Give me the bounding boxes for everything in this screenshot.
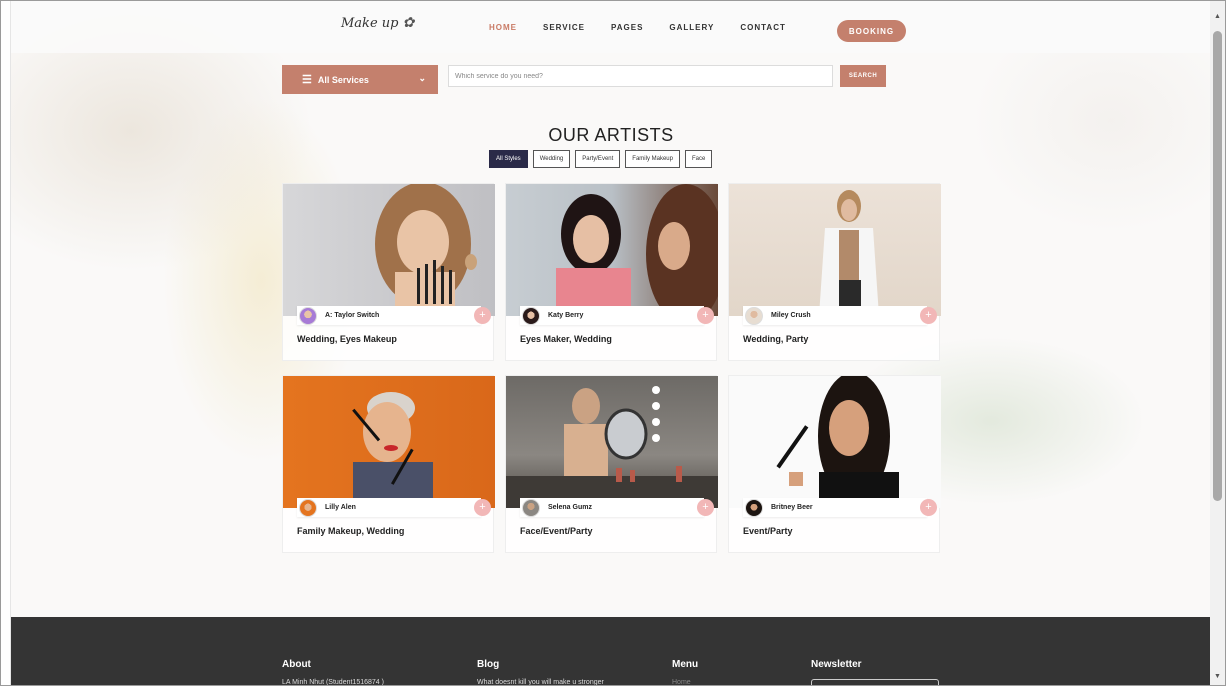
footer-blog-title: Blog (477, 659, 500, 670)
artist-name-bar: Miley Crush + (743, 306, 937, 325)
artist-photo[interactable] (506, 184, 718, 316)
artist-name: Lilly Alen (325, 504, 356, 511)
artists-heading: OUR ARTISTS (548, 125, 674, 145)
artist-card[interactable]: A: Taylor Switch + Wedding, Eyes Makeup (282, 183, 495, 361)
avatar (522, 498, 540, 517)
filter-all-styles[interactable]: All Styles (489, 150, 528, 168)
avatar (745, 306, 763, 325)
artist-name-bar: A: Taylor Switch + (297, 306, 491, 325)
footer-menu-home[interactable]: Home (672, 679, 691, 685)
artist-specialty: Face/Event/Party (520, 526, 593, 536)
avatar (299, 498, 317, 517)
booking-button[interactable]: BOOKING (837, 20, 906, 42)
style-filters: All Styles Wedding Party/Event Family Ma… (489, 150, 717, 168)
avatar (299, 306, 317, 325)
artist-name: Miley Crush (771, 312, 811, 319)
artist-specialty: Family Makeup, Wedding (297, 526, 405, 536)
nav-service[interactable]: SERVICE (543, 23, 585, 32)
artist-specialty: Wedding, Eyes Makeup (297, 334, 397, 344)
artist-photo[interactable] (729, 376, 941, 508)
menu-icon: ☰ (302, 74, 312, 86)
plus-icon[interactable]: + (697, 499, 714, 516)
newsletter-email-input[interactable] (811, 679, 939, 685)
artist-name: Britney Beer (771, 504, 813, 511)
artist-name: Selena Gumz (548, 504, 592, 511)
nav-home[interactable]: HOME (489, 23, 517, 32)
plus-icon[interactable]: + (697, 307, 714, 324)
filter-family-makeup[interactable]: Family Makeup (625, 150, 680, 168)
all-services-dropdown[interactable]: ☰ All Services ⌄ (282, 65, 438, 94)
footer-about-text: LA Minh Nhut (Student1516874 ) (282, 679, 384, 686)
artist-name: A: Taylor Switch (325, 312, 380, 319)
plus-icon[interactable]: + (474, 499, 491, 516)
artist-specialty: Eyes Maker, Wedding (520, 334, 612, 344)
artist-name-bar: Britney Beer + (743, 498, 937, 517)
artist-specialty: Wedding, Party (743, 334, 809, 344)
logo-flower-icon: ✿ (402, 15, 415, 31)
search-button[interactable]: SEARCH (840, 65, 886, 87)
nav-pages[interactable]: PAGES (611, 23, 643, 32)
nav-gallery[interactable]: GALLERY (669, 23, 714, 32)
logo-text: Make up (341, 16, 399, 31)
artist-specialty: Event/Party (743, 526, 793, 536)
artist-card[interactable]: Selena Gumz + Face/Event/Party (505, 375, 718, 553)
artist-card[interactable]: Katy Berry + Eyes Maker, Wedding (505, 183, 718, 361)
artist-photo[interactable] (283, 376, 495, 508)
artist-card[interactable]: Miley Crush + Wedding, Party (728, 183, 941, 361)
artist-card[interactable]: Lilly Alen + Family Makeup, Wedding (282, 375, 495, 553)
artist-name: Katy Berry (548, 312, 584, 319)
footer-menu-title: Menu (672, 659, 699, 670)
service-search-input[interactable] (448, 65, 833, 87)
artist-photo[interactable] (729, 184, 941, 316)
footer-about-title: About (282, 659, 311, 670)
scroll-down-arrow-icon[interactable]: ▼ (1214, 673, 1221, 680)
site-footer: About LA Minh Nhut (Student1516874 ) Blo… (11, 617, 1210, 686)
plus-icon[interactable]: + (920, 307, 937, 324)
site-logo[interactable]: Make up ✿ (341, 15, 414, 31)
all-services-label: All Services (317, 74, 369, 85)
scroll-up-arrow-icon[interactable]: ▲ (1214, 13, 1221, 20)
artist-name-bar: Katy Berry + (520, 306, 714, 325)
artist-card[interactable]: Britney Beer + Event/Party (728, 375, 941, 553)
left-edge (1, 1, 11, 685)
avatar (522, 306, 540, 325)
artist-name-bar: Lilly Alen + (297, 498, 491, 517)
artist-photo[interactable] (506, 376, 718, 508)
main-nav: HOME SERVICE PAGES GALLERY CONTACT (489, 23, 812, 32)
filter-party-event[interactable]: Party/Event (575, 150, 621, 168)
nav-contact[interactable]: CONTACT (740, 23, 786, 32)
footer-blog-link[interactable]: What doesnt kill you will make u stronge… (477, 679, 604, 685)
page-scrollbar[interactable]: ▲ ▼ (1210, 1, 1225, 685)
site-header: Make up ✿ HOME SERVICE PAGES GALLERY CONT… (11, 1, 1210, 53)
filter-face[interactable]: Face (684, 150, 713, 168)
avatar (745, 498, 763, 517)
plus-icon[interactable]: + (474, 307, 491, 324)
scrollbar-thumb[interactable] (1213, 31, 1222, 501)
plus-icon[interactable]: + (920, 499, 937, 516)
browser-frame: Make up ✿ HOME SERVICE PAGES GALLERY CONT… (0, 0, 1226, 686)
filter-wedding[interactable]: Wedding (532, 150, 571, 168)
artist-photo[interactable] (283, 184, 495, 316)
chevron-down-icon: ⌄ (418, 73, 426, 83)
artist-name-bar: Selena Gumz + (520, 498, 714, 517)
footer-newsletter-title: Newsletter (811, 659, 862, 670)
